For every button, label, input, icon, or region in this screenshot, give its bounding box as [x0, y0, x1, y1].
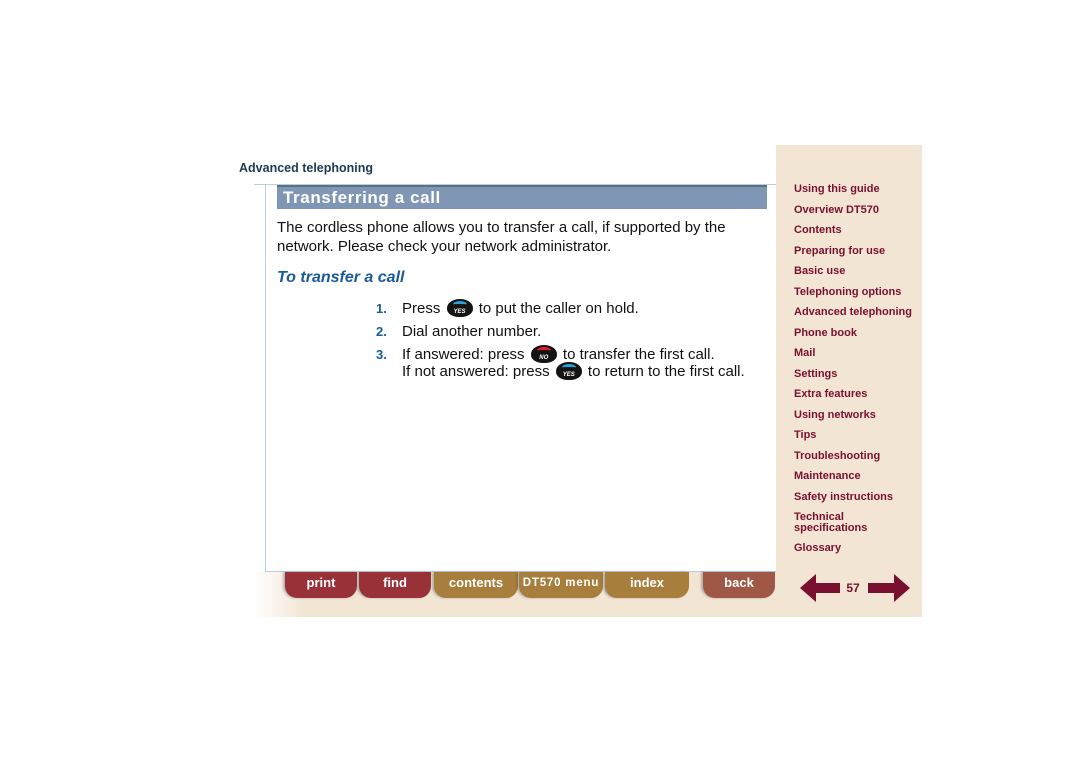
section-label: Advanced telephoning	[239, 161, 374, 175]
sidebar-item-safety[interactable]: Safety instructions	[794, 492, 919, 503]
step-text: Dial another number.	[402, 323, 542, 340]
arrow-left-icon[interactable]	[800, 572, 842, 604]
sidebar-item-troubleshooting[interactable]: Troubleshooting	[794, 451, 919, 462]
yes-key-icon: YES	[446, 299, 473, 317]
step-text-pre: If not answered: press	[402, 363, 550, 380]
sidebar-item-using-networks[interactable]: Using networks	[794, 410, 919, 421]
step-text-post: to return to the first call.	[587, 363, 745, 380]
page-number: 57	[846, 581, 860, 595]
sidebar-item-overview[interactable]: Overview DT570	[794, 205, 919, 216]
step-text-line2: If not answered: press YES to return to …	[402, 362, 745, 381]
print-tab[interactable]: print	[285, 572, 357, 598]
back-tab[interactable]: back	[703, 572, 775, 598]
steps-list: 1. Press YES to put the caller on hold. …	[376, 299, 776, 385]
step-text: Press YES to put the caller on hold.	[402, 299, 639, 318]
intro-paragraph: The cordless phone allows you to transfe…	[277, 219, 726, 255]
no-key-icon: NO	[530, 345, 557, 363]
sidebar-item-phone-book[interactable]: Phone book	[794, 328, 919, 339]
step-3: 3. If answered: press NO to transfer the…	[376, 345, 776, 385]
step-1: 1. Press YES to put the caller on hold.	[376, 299, 776, 322]
yes-key-icon: YES	[555, 362, 582, 380]
sidebar-item-technical-specs[interactable]: Technical specifications	[794, 512, 874, 534]
title-bar: Transferring a call	[277, 185, 767, 209]
step-text-post: to put the caller on hold.	[478, 300, 639, 317]
sidebar-item-telephoning-options[interactable]: Telephoning options	[794, 287, 919, 298]
sidebar-item-tips[interactable]: Tips	[794, 430, 919, 441]
index-tab[interactable]: index	[605, 572, 689, 598]
sidebar-item-using-this-guide[interactable]: Using this guide	[794, 184, 919, 195]
step-number: 2.	[376, 324, 387, 339]
sidebar-item-maintenance[interactable]: Maintenance	[794, 471, 919, 482]
sidebar-item-mail[interactable]: Mail	[794, 348, 919, 359]
sidebar-item-contents[interactable]: Contents	[794, 225, 919, 236]
step-number: 3.	[376, 347, 387, 362]
arrow-right-icon[interactable]	[868, 572, 910, 604]
step-2: 2. Dial another number.	[376, 322, 776, 345]
sidebar-nav: Using this guide Overview DT570 Contents…	[776, 145, 922, 617]
subheading: To transfer a call	[277, 269, 405, 286]
sidebar-item-extra-features[interactable]: Extra features	[794, 389, 919, 400]
key-label: YES	[562, 372, 575, 378]
step-text-pre: Press	[402, 300, 441, 317]
sidebar-item-preparing[interactable]: Preparing for use	[794, 246, 919, 257]
key-label: NO	[539, 355, 549, 361]
sidebar-item-advanced-telephoning[interactable]: Advanced telephoning	[794, 307, 919, 318]
dt570-menu-tab[interactable]: DT570 menu	[519, 572, 603, 598]
contents-tab[interactable]: contents	[434, 572, 518, 598]
key-label: YES	[453, 309, 466, 315]
sidebar-item-settings[interactable]: Settings	[794, 369, 919, 380]
sidebar-item-glossary[interactable]: Glossary	[794, 543, 919, 554]
step-number: 1.	[376, 301, 387, 316]
page-title: Transferring a call	[283, 188, 441, 207]
frame-tick	[254, 184, 266, 185]
step-text-pre: If answered: press	[402, 346, 525, 363]
sidebar-item-basic-use[interactable]: Basic use	[794, 266, 919, 277]
find-tab[interactable]: find	[359, 572, 431, 598]
step-text-post: to transfer the first call.	[562, 346, 715, 363]
